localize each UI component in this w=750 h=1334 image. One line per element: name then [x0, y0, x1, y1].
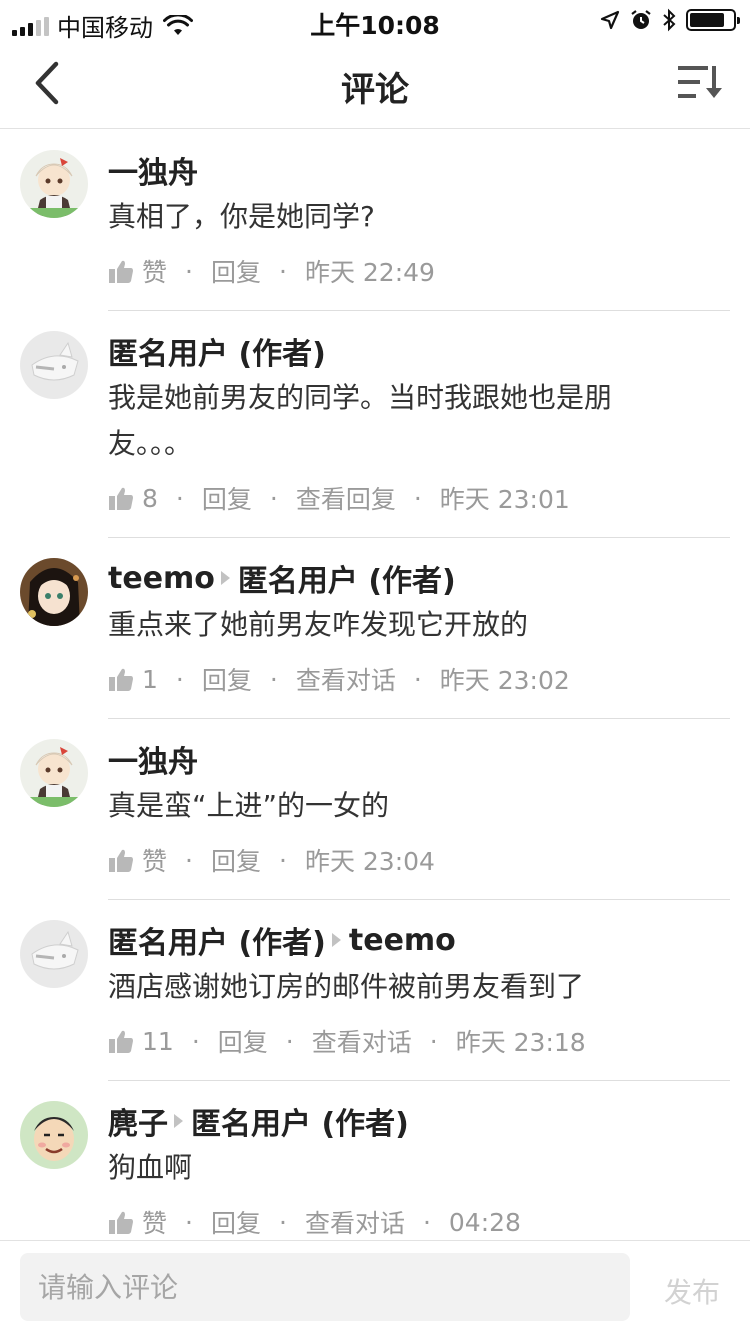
- comment-text: 狗血啊: [108, 1151, 193, 1184]
- comment-item: teemo 匿名用户 (作者) 重点来了她前男友咋发现它开放的 1 · 回复 ·…: [0, 538, 750, 719]
- comment-input[interactable]: [20, 1253, 630, 1321]
- reply-button[interactable]: 回复: [202, 480, 252, 516]
- comment-item: 一独舟 真相了，你是她同学? 赞 · 回复 · 昨天 22:49: [0, 130, 750, 311]
- comment-item: 麂子 匿名用户 (作者) 狗血啊 赞 · 回复 · 查看对话 · 04:28: [0, 1081, 750, 1240]
- sort-icon[interactable]: [676, 62, 724, 104]
- battery-icon: [686, 9, 740, 31]
- bluetooth-icon: [663, 8, 676, 32]
- like-count[interactable]: 1: [142, 665, 158, 694]
- avatar[interactable]: [20, 331, 88, 399]
- thumbs-up-icon[interactable]: [108, 258, 134, 284]
- reply-button[interactable]: 回复: [211, 842, 261, 878]
- comment-item: 匿名用户 (作者) 我是她前男友的同学。当时我跟她也是朋友。。。 8 · 回复 …: [0, 311, 750, 538]
- comment-input-bar: 发布: [0, 1240, 750, 1334]
- author-name[interactable]: 一独舟: [108, 148, 198, 192]
- thumbs-up-icon[interactable]: [108, 847, 134, 873]
- comment-text: 重点来了她前男友咋发现它开放的: [108, 608, 529, 641]
- like-count[interactable]: 赞: [142, 842, 167, 878]
- avatar-cartoon-face-icon: [20, 1101, 88, 1169]
- thumbs-up-icon[interactable]: [108, 1209, 134, 1235]
- avatar-anime-cat-girl-icon: [20, 150, 88, 218]
- comment-time: 昨天 23:04: [304, 847, 435, 876]
- reply-arrow-icon: [220, 571, 230, 585]
- comment-time: 昨天 22:49: [304, 258, 435, 287]
- status-bar: 中国移动 上午10:08: [0, 0, 750, 42]
- comment-text: 真相了，你是她同学?: [108, 200, 375, 233]
- status-right: [600, 8, 740, 32]
- avatar-anonymous-icon: [20, 920, 88, 988]
- view-conversation-link[interactable]: 查看对话: [312, 1023, 412, 1059]
- avatar-anime-girl-icon: [20, 558, 88, 626]
- avatar[interactable]: [20, 739, 88, 807]
- author-name[interactable]: 一独舟: [108, 737, 198, 781]
- reply-to-name[interactable]: teemo: [349, 923, 456, 958]
- thumbs-up-icon[interactable]: [108, 485, 134, 511]
- author-name[interactable]: 匿名用户 (作者): [108, 918, 326, 962]
- avatar[interactable]: [20, 558, 88, 626]
- page-title: 评论: [341, 70, 409, 110]
- reply-arrow-icon: [331, 933, 341, 947]
- author-name[interactable]: 匿名用户 (作者): [108, 329, 326, 373]
- comment-text: 酒店感谢她订房的邮件被前男友看到了: [108, 970, 585, 1003]
- thumbs-up-icon[interactable]: [108, 666, 134, 692]
- author-name[interactable]: 麂子: [108, 1099, 168, 1143]
- comment-time: 04:28: [448, 1207, 521, 1237]
- avatar-anime-cat-girl-icon: [20, 739, 88, 807]
- view-conversation-link[interactable]: 查看对话: [296, 661, 396, 697]
- reply-arrow-icon: [174, 1114, 183, 1128]
- comment-text: 真是蛮“上进”的一女的: [108, 789, 390, 822]
- reply-to-name[interactable]: 匿名用户 (作者): [191, 1099, 409, 1143]
- author-name[interactable]: teemo: [108, 561, 215, 596]
- like-count[interactable]: 8: [142, 484, 158, 513]
- comment-time: 昨天 23:02: [439, 666, 570, 695]
- comment-time: 昨天 23:01: [439, 485, 570, 514]
- reply-button[interactable]: 回复: [211, 1204, 261, 1240]
- alarm-icon: [631, 10, 651, 29]
- comment-text: 我是她前男友的同学。当时我跟她也是朋友。。。: [108, 381, 613, 460]
- like-count[interactable]: 赞: [142, 253, 167, 289]
- like-count[interactable]: 11: [142, 1027, 174, 1056]
- reply-button[interactable]: 回复: [202, 661, 252, 697]
- avatar[interactable]: [20, 1101, 88, 1169]
- like-count[interactable]: 赞: [142, 1204, 167, 1240]
- reply-button[interactable]: 回复: [218, 1023, 268, 1059]
- view-conversation-link[interactable]: 查看对话: [305, 1204, 405, 1240]
- comment-item: 一独舟 真是蛮“上进”的一女的 赞 · 回复 · 昨天 23:04: [0, 719, 750, 900]
- reply-button[interactable]: 回复: [211, 253, 261, 289]
- avatar[interactable]: [20, 920, 88, 988]
- avatar-anonymous-icon: [20, 331, 88, 399]
- comment-item: 匿名用户 (作者) teemo 酒店感谢她订房的邮件被前男友看到了 11 · 回…: [0, 900, 750, 1081]
- view-replies-link[interactable]: 查看回复: [296, 480, 396, 516]
- location-icon: [600, 10, 620, 30]
- reply-to-name[interactable]: 匿名用户 (作者): [238, 556, 456, 600]
- nav-bar: 评论: [0, 40, 750, 129]
- avatar[interactable]: [20, 150, 88, 218]
- comment-list[interactable]: 一独舟 真相了，你是她同学? 赞 · 回复 · 昨天 22:49 匿名用户 (作…: [0, 130, 750, 1240]
- publish-button[interactable]: 发布: [664, 1271, 720, 1311]
- comment-time: 昨天 23:18: [455, 1028, 586, 1057]
- thumbs-up-icon[interactable]: [108, 1028, 134, 1054]
